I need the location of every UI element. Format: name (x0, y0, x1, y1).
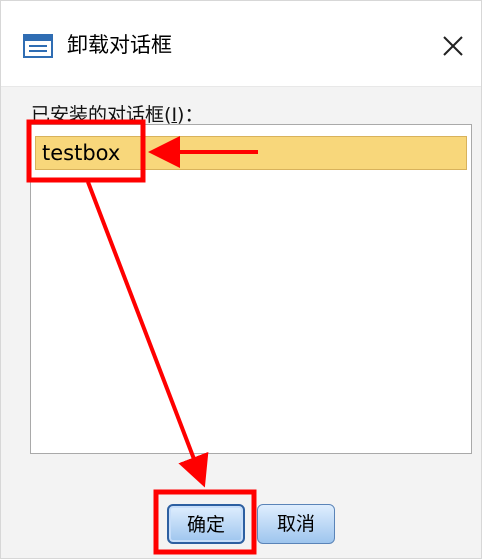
uninstall-dialog: 卸载对话框 已安装的对话框(I)： testbox 确定 取消 (0, 0, 482, 559)
list-item-testbox[interactable]: testbox (35, 136, 467, 170)
cancel-button[interactable]: 取消 (257, 504, 335, 544)
title-bar: 卸载对话框 (1, 1, 481, 87)
dialog-title: 卸载对话框 (67, 33, 172, 57)
installed-dialogs-label-text: 已安装的对话框 (31, 104, 165, 126)
ok-button[interactable]: 确定 (167, 504, 245, 544)
label-colon: ： (184, 104, 204, 126)
installed-dialogs-list[interactable]: testbox (30, 124, 472, 454)
dialog-icon (23, 34, 53, 58)
close-icon[interactable] (438, 31, 468, 61)
